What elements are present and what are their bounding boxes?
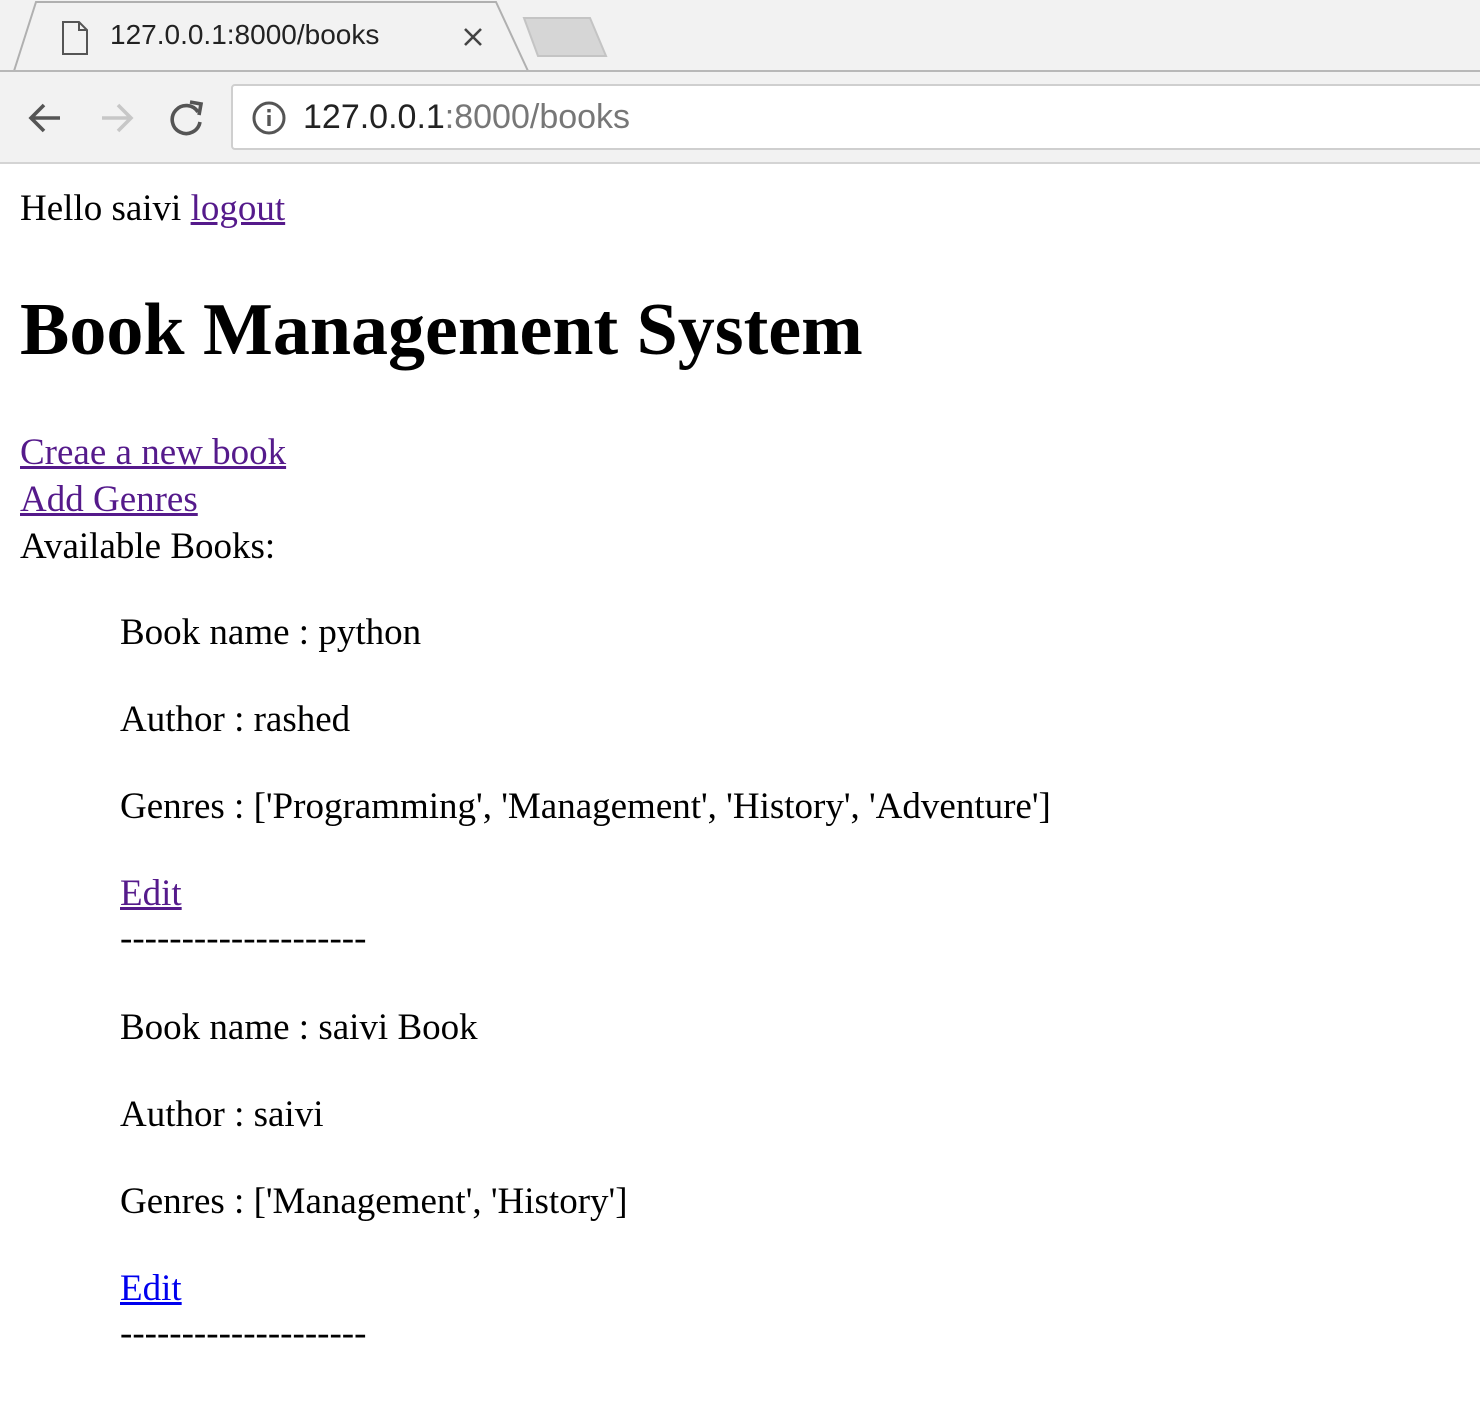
- create-book-link[interactable]: Creae a new book: [20, 432, 286, 473]
- edit-book-link[interactable]: Edit: [120, 1268, 182, 1309]
- book-separator: --------------------: [120, 918, 367, 959]
- available-books-label: Available Books:: [20, 526, 276, 567]
- logout-link[interactable]: logout: [191, 188, 286, 229]
- browser-toolbar: 127.0.0.1:8000/books: [0, 72, 1480, 162]
- url-host: 127.0.0.1: [303, 98, 445, 136]
- info-icon[interactable]: [251, 100, 287, 136]
- book-name: Book name : python: [120, 612, 422, 653]
- forward-arrow-icon[interactable]: [94, 96, 138, 140]
- tab-strip: 127.0.0.1:8000/books: [0, 0, 1480, 72]
- book-author: Author : rashed: [120, 699, 351, 740]
- user-greeting: Hello saivi logout: [20, 188, 285, 230]
- edit-book-link[interactable]: Edit: [120, 873, 182, 914]
- greeting-text: Hello saivi: [20, 188, 182, 229]
- page-title: Book Management System: [20, 289, 863, 371]
- address-bar[interactable]: 127.0.0.1:8000/books: [231, 84, 1480, 150]
- tab-title: 127.0.0.1:8000/books: [110, 19, 380, 50]
- add-genres-link[interactable]: Add Genres: [20, 479, 198, 520]
- reload-icon[interactable]: [164, 96, 208, 140]
- book-author: Author : saivi: [120, 1094, 324, 1135]
- url-path: :8000/books: [444, 98, 631, 136]
- new-tab-button[interactable]: [522, 16, 608, 60]
- book-genres: Genres : ['Management', 'History']: [120, 1181, 628, 1222]
- book-name: Book name : saivi Book: [120, 1007, 478, 1048]
- back-arrow-icon[interactable]: [24, 96, 68, 140]
- book-genres: Genres : ['Programming', 'Management', '…: [120, 786, 1051, 827]
- book-separator: --------------------: [120, 1313, 367, 1354]
- close-icon[interactable]: [462, 26, 484, 48]
- url-text[interactable]: 127.0.0.1:8000/books: [303, 98, 630, 137]
- file-icon: [62, 21, 88, 55]
- browser-chrome: 127.0.0.1:8000/books 127.0.0.1:8000/book…: [0, 0, 1480, 164]
